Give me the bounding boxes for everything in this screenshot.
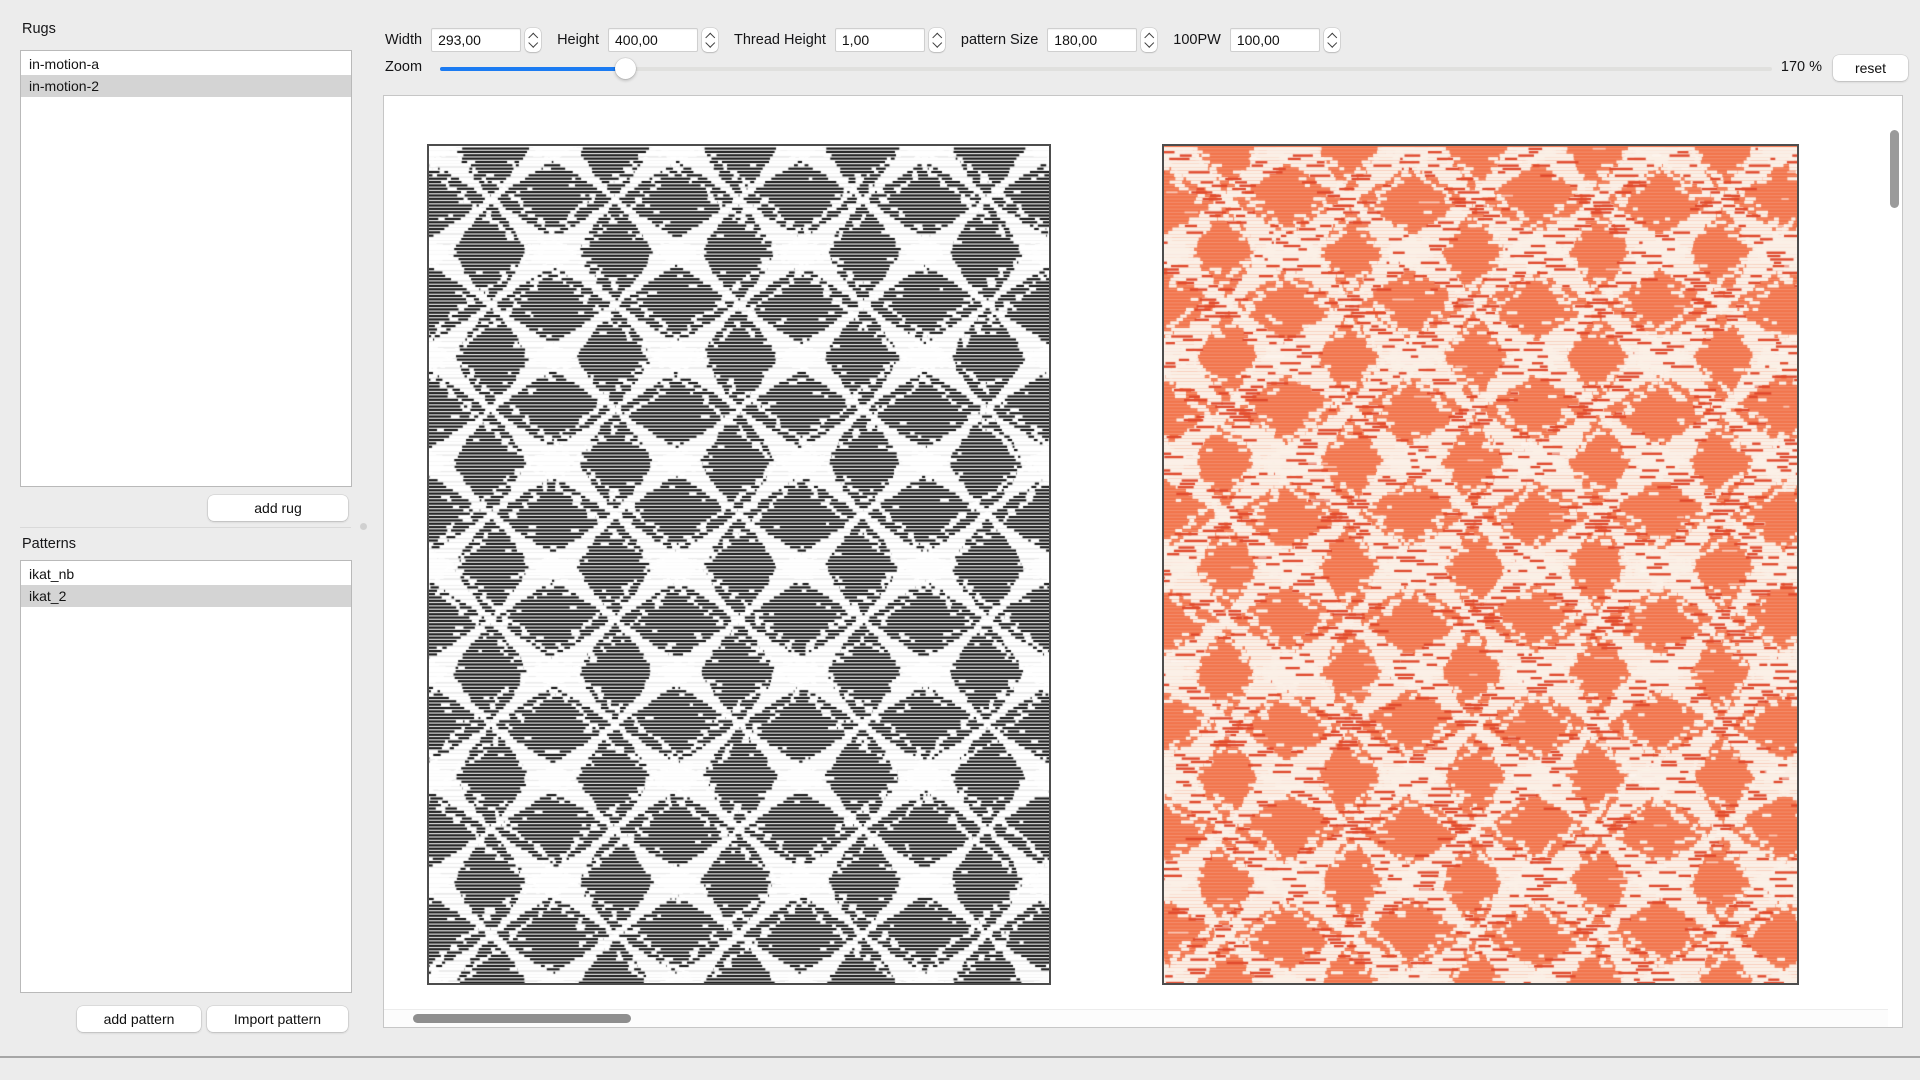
add-pattern-button[interactable]: add pattern [77, 1006, 201, 1032]
add-rug-button[interactable]: add rug [208, 495, 348, 521]
rug-preview-black-white[interactable] [427, 144, 1051, 985]
thread-height-label: Thread Height [734, 32, 826, 48]
rug-item-in-motion-2[interactable]: in-motion-2 [21, 75, 351, 97]
horizontal-scrollbar[interactable] [384, 1009, 1888, 1027]
patterns-list[interactable]: ikat_nbikat_2 [20, 560, 352, 993]
splitter-handle[interactable] [360, 523, 367, 530]
zoom-label: Zoom [385, 59, 422, 75]
zoom-row: Zoom 170 % reset [385, 54, 1908, 82]
height-input[interactable] [608, 28, 698, 52]
100pw-input[interactable] [1230, 28, 1320, 52]
import-pattern-button[interactable]: Import pattern [207, 1006, 348, 1032]
sidebar-divider [20, 527, 351, 528]
thread-height-input[interactable] [835, 28, 925, 52]
pattern-size-label: pattern Size [961, 32, 1038, 48]
window-bottom-divider [0, 1056, 1920, 1058]
stepper-down-icon[interactable] [705, 38, 714, 47]
rug-item-in-motion-a[interactable]: in-motion-a [21, 53, 351, 75]
zoom-value: 170 % [1752, 59, 1822, 75]
zoom-slider-fill [440, 67, 625, 71]
100pw-label: 100PW [1173, 32, 1221, 48]
width-label: Width [385, 32, 422, 48]
vertical-scrollbar-thumb[interactable] [1890, 130, 1899, 208]
width-input[interactable] [431, 28, 521, 52]
pattern-size-stepper[interactable] [1141, 28, 1157, 52]
patterns-label: Patterns [22, 536, 76, 552]
pattern-size-input[interactable] [1047, 28, 1137, 52]
height-label: Height [557, 32, 599, 48]
toolbar-fields-row: Width Height Thread Height pattern Size 100P… [385, 27, 1356, 53]
stepper-down-icon[interactable] [932, 38, 941, 47]
pattern-item-ikat_2[interactable]: ikat_2 [21, 585, 351, 607]
width-stepper[interactable] [525, 28, 541, 52]
zoom-slider[interactable] [440, 54, 1772, 82]
100pw-stepper[interactable] [1324, 28, 1340, 52]
height-stepper[interactable] [702, 28, 718, 52]
thread-height-stepper[interactable] [929, 28, 945, 52]
stepper-down-icon[interactable] [528, 38, 537, 47]
design-canvas [383, 95, 1903, 1028]
reset-button[interactable]: reset [1833, 55, 1908, 81]
rugs-list[interactable]: in-motion-ain-motion-2 [20, 50, 352, 487]
zoom-slider-track[interactable] [440, 67, 1772, 71]
zoom-slider-thumb[interactable] [615, 58, 636, 79]
pattern-item-ikat_nb[interactable]: ikat_nb [21, 563, 351, 585]
rug-preview-orange[interactable] [1162, 144, 1799, 985]
vertical-scrollbar[interactable] [1888, 96, 1901, 1009]
stepper-down-icon[interactable] [1327, 38, 1336, 47]
horizontal-scrollbar-thumb[interactable] [413, 1014, 631, 1023]
rugs-label: Rugs [22, 21, 56, 37]
